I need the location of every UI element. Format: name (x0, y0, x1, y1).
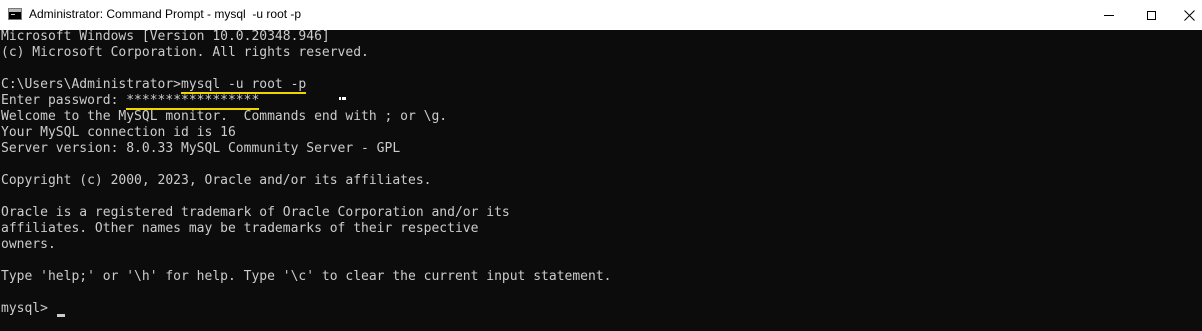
minimize-icon (1104, 14, 1114, 16)
command-prompt-window: Administrator: Command Prompt - mysql -u… (0, 0, 1202, 331)
console-line: Oracle is a registered trademark of Orac… (1, 205, 510, 220)
close-button[interactable] (1166, 0, 1202, 30)
console-line: Server version: 8.0.33 MySQL Community S… (1, 141, 401, 156)
maximize-icon (1146, 10, 1156, 20)
prompt-line: C:\Users\Administrator>mysql -u root -p (1, 77, 307, 94)
window-title: Administrator: Command Prompt - mysql -u… (29, 7, 302, 21)
console-line: Welcome to the MySQL monitor. Commands e… (1, 109, 448, 124)
console-line: Your MySQL connection id is 16 (1, 125, 236, 140)
title-bar[interactable]: Administrator: Command Prompt - mysql -u… (0, 0, 1202, 30)
console-line: Microsoft Windows [Version 10.0.20348.94… (1, 29, 330, 44)
highlighted-command: mysql -u root -p (181, 77, 307, 94)
console-line: Type 'help;' or '\h' for help. Type '\c'… (1, 269, 612, 284)
console-line: (c) Microsoft Corporation. All rights re… (1, 45, 369, 60)
console-line: Copyright (c) 2000, 2023, Oracle and/or … (1, 173, 432, 188)
text-cursor (57, 314, 65, 317)
console-line: owners. (1, 237, 56, 252)
console-line: affiliates. Other names may be trademark… (1, 221, 479, 236)
cmd-icon (8, 8, 22, 20)
console-output[interactable]: Microsoft Windows [Version 10.0.20348.94… (0, 29, 1202, 331)
mysql-prompt[interactable]: mysql> (1, 301, 56, 317)
password-mask: ***************** (126, 93, 260, 110)
close-icon (1183, 9, 1195, 21)
password-prompt: Enter password: (1, 93, 127, 108)
prompt-path: C:\Users\Administrator> (1, 77, 182, 92)
minimize-button[interactable] (1086, 0, 1132, 30)
password-line: Enter password: ***************** (1, 93, 260, 110)
mouse-pointer-icon (339, 97, 346, 100)
